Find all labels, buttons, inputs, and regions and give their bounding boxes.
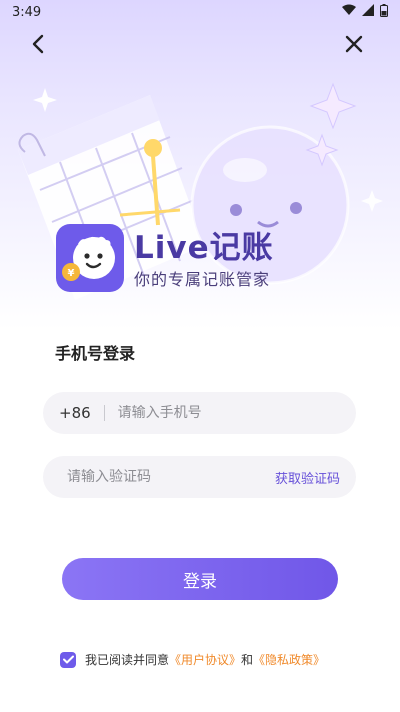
verification-code-input[interactable] <box>67 469 275 485</box>
app-logo: ¥ <box>56 224 124 292</box>
privacy-policy-link[interactable]: 《隐私政策》 <box>253 651 325 668</box>
phone-field: +86 <box>43 392 356 434</box>
battery-icon <box>380 3 388 21</box>
login-section-title: 手机号登录 <box>55 344 136 363</box>
get-code-button[interactable]: 获取验证码 <box>275 468 340 487</box>
back-button[interactable] <box>22 30 54 62</box>
agreement-checkbox[interactable] <box>60 651 76 668</box>
user-agreement-link[interactable]: 《用户协议》 <box>169 651 241 668</box>
field-divider <box>103 405 105 421</box>
login-button[interactable]: 登录 <box>62 558 338 600</box>
agreement-row: 我已阅读并同意 《用户协议》 和 《隐私政策》 <box>60 651 325 668</box>
status-time: 3:49 <box>12 4 42 20</box>
brand-title: Live记账 <box>134 230 274 266</box>
wifi-icon <box>342 4 356 20</box>
brand-subtitle: 你的专属记账管家 <box>134 270 271 289</box>
status-bar: 3:49 <box>0 0 400 24</box>
close-button[interactable] <box>338 30 370 62</box>
signal-icon <box>362 4 374 20</box>
chevron-left-icon <box>30 34 46 58</box>
logo-coin-text: ¥ <box>68 268 75 279</box>
agreement-prefix: 我已阅读并同意 <box>85 653 170 667</box>
phone-input[interactable] <box>117 405 356 421</box>
country-code[interactable]: +86 <box>59 404 91 422</box>
check-icon <box>62 653 74 667</box>
agreement-conjunction: 和 <box>241 653 254 667</box>
close-icon <box>345 35 363 57</box>
verification-code-field: 获取验证码 <box>43 456 356 498</box>
